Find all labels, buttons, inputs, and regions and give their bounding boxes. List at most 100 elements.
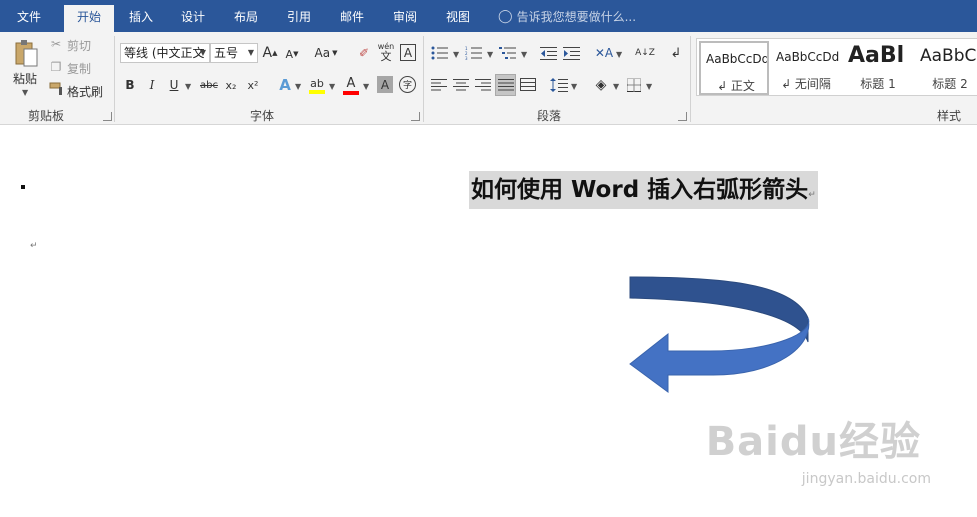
scissors-icon: ✂	[50, 37, 62, 51]
style-sample: AaBbCcDd	[776, 50, 840, 64]
chevron-down-icon[interactable]: ▼	[571, 82, 577, 91]
align-center-icon[interactable]	[452, 76, 470, 94]
font-family-select[interactable]: 等线 (中文正文 ▼	[120, 43, 210, 63]
show-marks-icon[interactable]: ↲	[668, 44, 684, 62]
chevron-down-icon[interactable]: ▼	[616, 50, 622, 59]
strikethrough-button[interactable]: abc	[198, 76, 220, 94]
font-color-button[interactable]: A	[342, 74, 360, 96]
watermark-url: jingyan.baidu.com	[801, 471, 931, 487]
chevron-down-icon[interactable]: ▼	[521, 50, 527, 59]
align-right-icon[interactable]	[474, 76, 492, 94]
style-name: ↲ 无间隔	[781, 77, 831, 91]
document-heading[interactable]: 如何使用 Word 插入右弧形箭头↵	[469, 171, 818, 209]
clear-formatting-icon[interactable]: ✐	[355, 44, 373, 62]
subscript-button[interactable]: x₂	[222, 76, 240, 94]
document-canvas[interactable]: ↵ 如何使用 Word 插入右弧形箭头↵ Baidu经验 jingyan.bai…	[0, 126, 977, 517]
font-size-value: 五号	[214, 46, 239, 60]
increase-indent-icon[interactable]	[562, 44, 582, 62]
copy-button[interactable]: 复制	[67, 60, 91, 77]
baidu-watermark-logo: Baidu经验	[705, 419, 921, 465]
line-spacing-icon[interactable]	[549, 76, 569, 94]
style-sample: AaBl	[848, 43, 905, 68]
bullet-mark	[21, 185, 25, 189]
style-no-spacing[interactable]: AaBbCcDd ↲ 无间隔	[771, 41, 841, 95]
font-launcher-icon[interactable]	[411, 112, 420, 121]
tab-insert[interactable]: 插入	[120, 5, 162, 32]
multilevel-list-icon[interactable]	[498, 44, 518, 62]
align-left-icon[interactable]	[430, 76, 448, 94]
change-case-button[interactable]: Aa ▼	[312, 44, 340, 62]
tab-review[interactable]: 审阅	[384, 5, 426, 32]
sort-icon: A↓Z	[635, 47, 655, 58]
chevron-down-icon[interactable]: ▼	[613, 82, 619, 91]
copy-icon: ❐	[50, 60, 62, 74]
svg-text:3: 3	[465, 56, 468, 60]
tab-design[interactable]: 设计	[172, 5, 214, 32]
group-divider	[690, 36, 691, 122]
paste-icon[interactable]	[11, 36, 41, 70]
tell-me-box[interactable]: ◯ 告诉我您想要做什么...	[498, 5, 636, 29]
chevron-down-icon[interactable]: ▼	[295, 82, 301, 91]
bold-button[interactable]: B	[122, 76, 138, 94]
character-border-button[interactable]: A	[400, 44, 416, 61]
shrink-font-button[interactable]: A ▼	[284, 46, 300, 62]
style-name: ↲ 正文	[717, 79, 755, 93]
superscript-button[interactable]: x²	[244, 76, 262, 94]
tab-references[interactable]: 引用	[278, 5, 320, 32]
distributed-icon[interactable]	[519, 76, 537, 94]
styles-gallery: AaBbCcDd ↲ 正文 AaBbCcDd ↲ 无间隔 AaBl 标题 1 A…	[696, 38, 977, 96]
font-size-select[interactable]: 五号 ▼	[210, 43, 258, 63]
group-divider	[423, 36, 424, 122]
lightbulb-icon: ◯	[498, 9, 513, 24]
tab-file[interactable]: 文件	[0, 5, 58, 32]
justify-icon[interactable]	[495, 74, 516, 96]
paragraph-mark: ↵	[808, 190, 816, 200]
group-divider	[114, 36, 115, 122]
chevron-down-icon[interactable]: ▼	[363, 82, 369, 91]
paragraph-launcher-icon[interactable]	[678, 112, 687, 121]
highlight-button[interactable]: ab	[308, 74, 326, 96]
tab-view[interactable]: 视图	[437, 5, 479, 32]
chevron-down-icon[interactable]: ▼	[453, 50, 459, 59]
style-normal[interactable]: AaBbCcDd ↲ 正文	[699, 41, 769, 95]
style-heading-2[interactable]: AaBbC 标题 2	[915, 41, 977, 95]
styles-group-label: 样式	[937, 109, 962, 123]
heading-text: 如何使用 Word 插入右弧形箭头	[471, 177, 809, 203]
chevron-down-icon[interactable]: ▼	[329, 82, 335, 91]
tab-home[interactable]: 开始	[64, 5, 114, 32]
sort-button[interactable]: A↓Z	[635, 42, 655, 64]
paste-label[interactable]: 粘贴	[13, 70, 37, 87]
chevron-down-icon: ▼	[199, 48, 206, 57]
phonetic-guide-button[interactable]: wén 文	[377, 40, 395, 64]
text-effects-button[interactable]: A	[277, 75, 293, 95]
format-painter-button[interactable]: 格式刷	[67, 83, 103, 100]
chinese-layout-icon[interactable]: ✕A	[593, 44, 615, 62]
format-painter-icon	[49, 82, 65, 96]
tab-mailings[interactable]: 邮件	[331, 5, 373, 32]
underline-button[interactable]: U	[166, 76, 182, 94]
font-group-label: 字体	[250, 109, 275, 123]
grow-font-button[interactable]: A ▲	[262, 44, 278, 62]
cut-button[interactable]: 剪切	[67, 37, 91, 54]
tab-layout[interactable]: 布局	[225, 5, 267, 32]
font-family-value: 等线 (中文正文	[124, 46, 205, 60]
italic-button[interactable]: I	[144, 76, 160, 94]
underline-dropdown-icon[interactable]: ▼	[185, 82, 191, 91]
chevron-down-icon: ▼	[247, 48, 254, 57]
paragraph-group-label: 段落	[537, 109, 562, 123]
bullets-icon[interactable]	[430, 44, 450, 62]
character-shading-button[interactable]: A	[377, 76, 393, 93]
shading-bucket-icon[interactable]: ◈	[591, 75, 611, 95]
paragraph-mark: ↵	[30, 241, 38, 251]
numbering-icon[interactable]: 123	[464, 44, 484, 62]
borders-icon[interactable]	[625, 76, 643, 94]
chevron-down-icon[interactable]: ▼	[646, 82, 652, 91]
clipboard-launcher-icon[interactable]	[103, 112, 112, 121]
paste-dropdown-icon[interactable]: ▼	[22, 88, 28, 97]
decrease-indent-icon[interactable]	[539, 44, 559, 62]
style-heading-1[interactable]: AaBl 标题 1	[843, 41, 913, 95]
right-arc-arrow-shape[interactable]	[625, 274, 815, 396]
style-sample: AaBbC	[920, 46, 977, 66]
chevron-down-icon[interactable]: ▼	[487, 50, 493, 59]
enclose-characters-button[interactable]: 字	[399, 76, 416, 93]
